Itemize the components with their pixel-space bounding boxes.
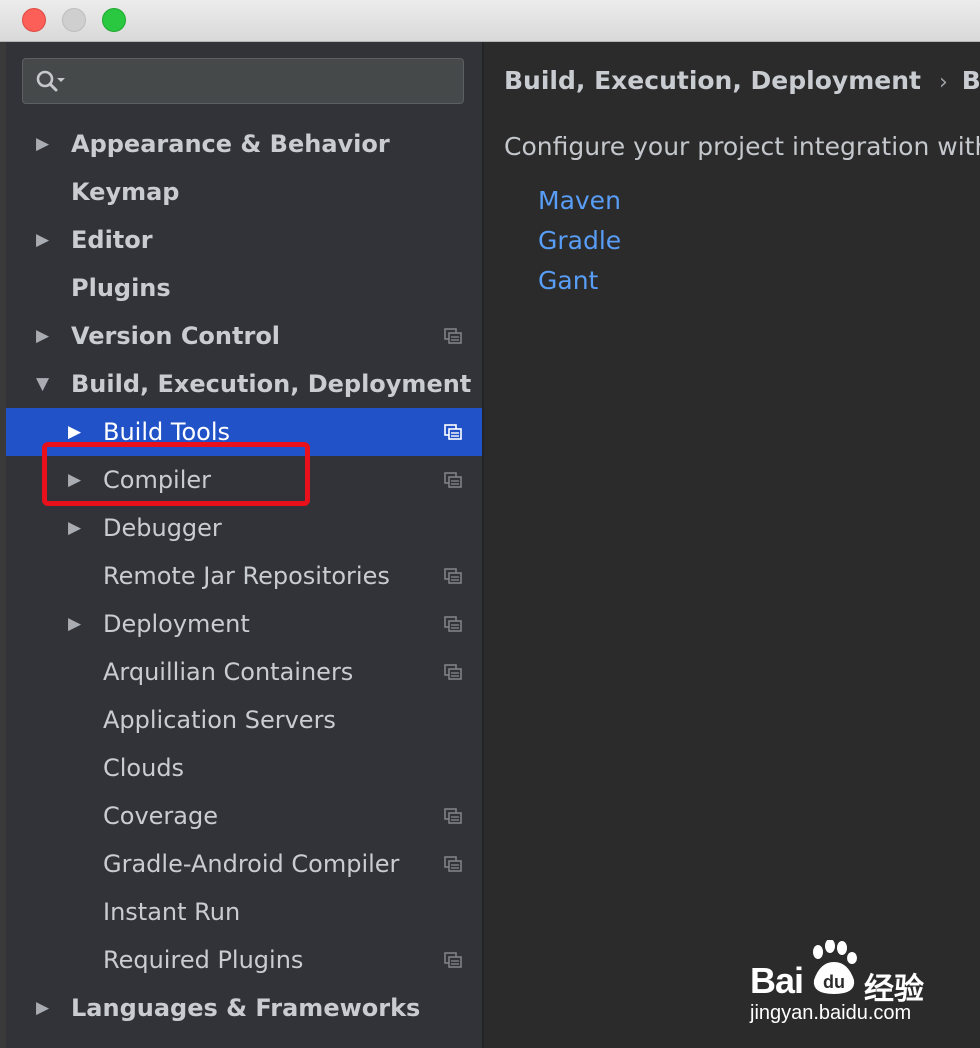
- annotation-highlight-box: [42, 442, 310, 506]
- watermark-du-text: du: [823, 972, 845, 992]
- sidebar-item-arquillian-containers[interactable]: Arquillian Containers: [6, 648, 482, 696]
- expand-right-icon[interactable]: ▶: [36, 984, 56, 1032]
- sidebar-item-label: Required Plugins: [103, 946, 304, 974]
- project-level-icon: [444, 568, 462, 584]
- page-description: Configure your project integration with: [504, 132, 980, 161]
- settings-sidebar: ▶ Appearance & Behavior Keymap ▶ Editor Plugi…: [6, 42, 484, 1048]
- breadcrumb: Build, Execution, Deployment › Buil: [504, 66, 980, 95]
- expand-right-icon[interactable]: ▶: [68, 600, 88, 648]
- project-level-icon: [444, 424, 462, 440]
- link-gradle[interactable]: Gradle: [538, 226, 621, 255]
- sidebar-item-label: Editor: [71, 226, 153, 254]
- expand-right-icon[interactable]: ▶: [36, 120, 56, 168]
- sidebar-item-label: Keymap: [71, 178, 180, 206]
- zoom-window-button[interactable]: [102, 8, 126, 32]
- sidebar-item-label: Languages & Frameworks: [71, 994, 421, 1022]
- project-level-icon: [444, 808, 462, 824]
- sidebar-item-plugins[interactable]: Plugins: [6, 264, 482, 312]
- sidebar-item-required-plugins[interactable]: Required Plugins: [6, 936, 482, 984]
- sidebar-item-label: Debugger: [103, 514, 222, 542]
- sidebar-item-gradle-android-compiler[interactable]: Gradle-Android Compiler: [6, 840, 482, 888]
- link-gant[interactable]: Gant: [538, 266, 598, 295]
- sidebar-item-label: Remote Jar Repositories: [103, 562, 390, 590]
- paw-logo-icon: du: [813, 940, 857, 994]
- sidebar-item-label: Appearance & Behavior: [71, 130, 390, 158]
- watermark-url: jingyan.baidu.com: [750, 1002, 912, 1024]
- sidebar-item-instant-run[interactable]: Instant Run: [6, 888, 482, 936]
- sidebar-item-label: Application Servers: [103, 706, 336, 734]
- breadcrumb-parent[interactable]: Build, Execution, Deployment: [504, 66, 921, 95]
- project-level-icon: [444, 328, 462, 344]
- project-level-icon: [444, 856, 462, 872]
- sidebar-item-label: Gradle-Android Compiler: [103, 850, 400, 878]
- minimize-window-button[interactable]: [62, 8, 86, 32]
- link-maven[interactable]: Maven: [538, 186, 621, 215]
- project-level-icon: [444, 616, 462, 632]
- expand-right-icon[interactable]: ▶: [36, 216, 56, 264]
- sidebar-item-deployment[interactable]: ▶ Deployment: [6, 600, 482, 648]
- sidebar-item-label: Version Control: [71, 322, 281, 350]
- sidebar-item-label: Instant Run: [103, 898, 241, 926]
- sidebar-item-label: Build, Execution, Deployment: [71, 370, 472, 398]
- expand-right-icon[interactable]: ▶: [36, 312, 56, 360]
- sidebar-item-label: Deployment: [103, 610, 250, 638]
- close-window-button[interactable]: [22, 8, 46, 32]
- project-level-icon: [444, 952, 462, 968]
- breadcrumb-separator: ›: [938, 70, 948, 95]
- sidebar-item-label: Coverage: [103, 802, 218, 830]
- sidebar-item-clouds[interactable]: Clouds: [6, 744, 482, 792]
- sidebar-item-label: Clouds: [103, 754, 185, 782]
- sidebar-item-appearance-behavior[interactable]: ▶ Appearance & Behavior: [6, 120, 482, 168]
- sidebar-item-version-control[interactable]: ▶ Version Control: [6, 312, 482, 360]
- sidebar-item-label: Arquillian Containers: [103, 658, 354, 686]
- sidebar-item-coverage[interactable]: Coverage: [6, 792, 482, 840]
- breadcrumb-current: Buil: [961, 66, 980, 95]
- sidebar-item-build-execution-deployment[interactable]: ▼ Build, Execution, Deployment: [6, 360, 482, 408]
- search-icon[interactable]: [35, 69, 65, 93]
- search-input[interactable]: [22, 58, 464, 104]
- sidebar-item-editor[interactable]: ▶ Editor: [6, 216, 482, 264]
- project-level-icon: [444, 472, 462, 488]
- sidebar-item-remote-jar-repositories[interactable]: Remote Jar Repositories: [6, 552, 482, 600]
- expand-down-icon[interactable]: ▼: [36, 360, 56, 408]
- sidebar-item-debugger[interactable]: ▶ Debugger: [6, 504, 482, 552]
- sidebar-item-label: Plugins: [71, 274, 171, 302]
- window-title-bar: [0, 0, 980, 42]
- expand-right-icon[interactable]: ▶: [68, 504, 88, 552]
- sidebar-item-application-servers[interactable]: Application Servers: [6, 696, 482, 744]
- project-level-icon: [444, 664, 462, 680]
- baidu-watermark: Bai du 经验 jingyan.baidu.com: [750, 940, 950, 1030]
- sidebar-item-languages-frameworks[interactable]: ▶ Languages & Frameworks: [6, 984, 482, 1032]
- settings-content-panel: Build, Execution, Deployment › Buil Config…: [484, 42, 980, 1048]
- sidebar-item-keymap[interactable]: Keymap: [6, 168, 482, 216]
